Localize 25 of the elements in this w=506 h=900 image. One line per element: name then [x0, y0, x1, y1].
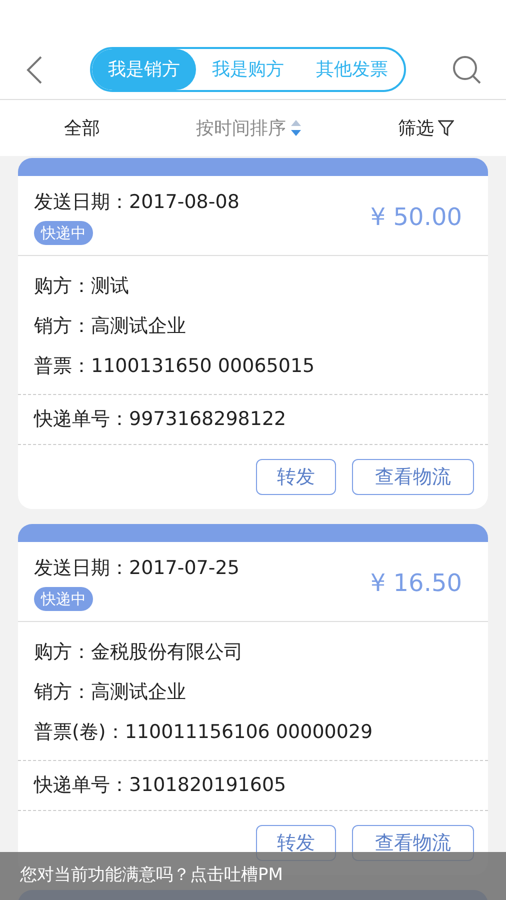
all-button[interactable]: 全部: [64, 114, 100, 142]
amount: ¥ 50.00: [370, 202, 463, 232]
invoice-detail: 购方：测试: [34, 274, 130, 299]
search-icon[interactable]: [452, 54, 482, 84]
feedback-toast[interactable]: 您对当前功能满意吗？点击吐槽PM: [0, 852, 506, 900]
sort-icon: [290, 119, 302, 137]
invoice-detail: 购方：金税股份有限公司: [34, 640, 244, 665]
send-date: 发送日期：2017-07-25: [34, 556, 240, 581]
status-badge: 快递中: [34, 586, 93, 611]
tracking-number: 快递单号：9973168298122: [34, 407, 286, 432]
invoice-detail: 普票(卷)：110011156106 00000029: [34, 720, 374, 745]
filter-icon: [438, 119, 454, 137]
filter-button[interactable]: 筛选: [398, 114, 454, 142]
tracking-number: 快递单号：3101820191605: [34, 773, 286, 798]
back-icon[interactable]: [24, 54, 44, 84]
status-badge: 快递中: [34, 220, 93, 245]
tab[interactable]: 我是销方: [92, 49, 196, 90]
track-button[interactable]: 查看物流: [352, 459, 474, 495]
forward-button[interactable]: 转发: [256, 459, 336, 495]
invoice-detail: 销方：高测试企业: [34, 314, 187, 339]
invoice-detail: 普票：1100131650 00065015: [34, 354, 316, 379]
send-date: 发送日期：2017-08-08: [34, 190, 240, 215]
sort-button[interactable]: 按时间排序: [196, 114, 302, 142]
invoice-detail: 销方：高测试企业: [34, 680, 187, 705]
amount: ¥ 16.50: [370, 568, 463, 598]
